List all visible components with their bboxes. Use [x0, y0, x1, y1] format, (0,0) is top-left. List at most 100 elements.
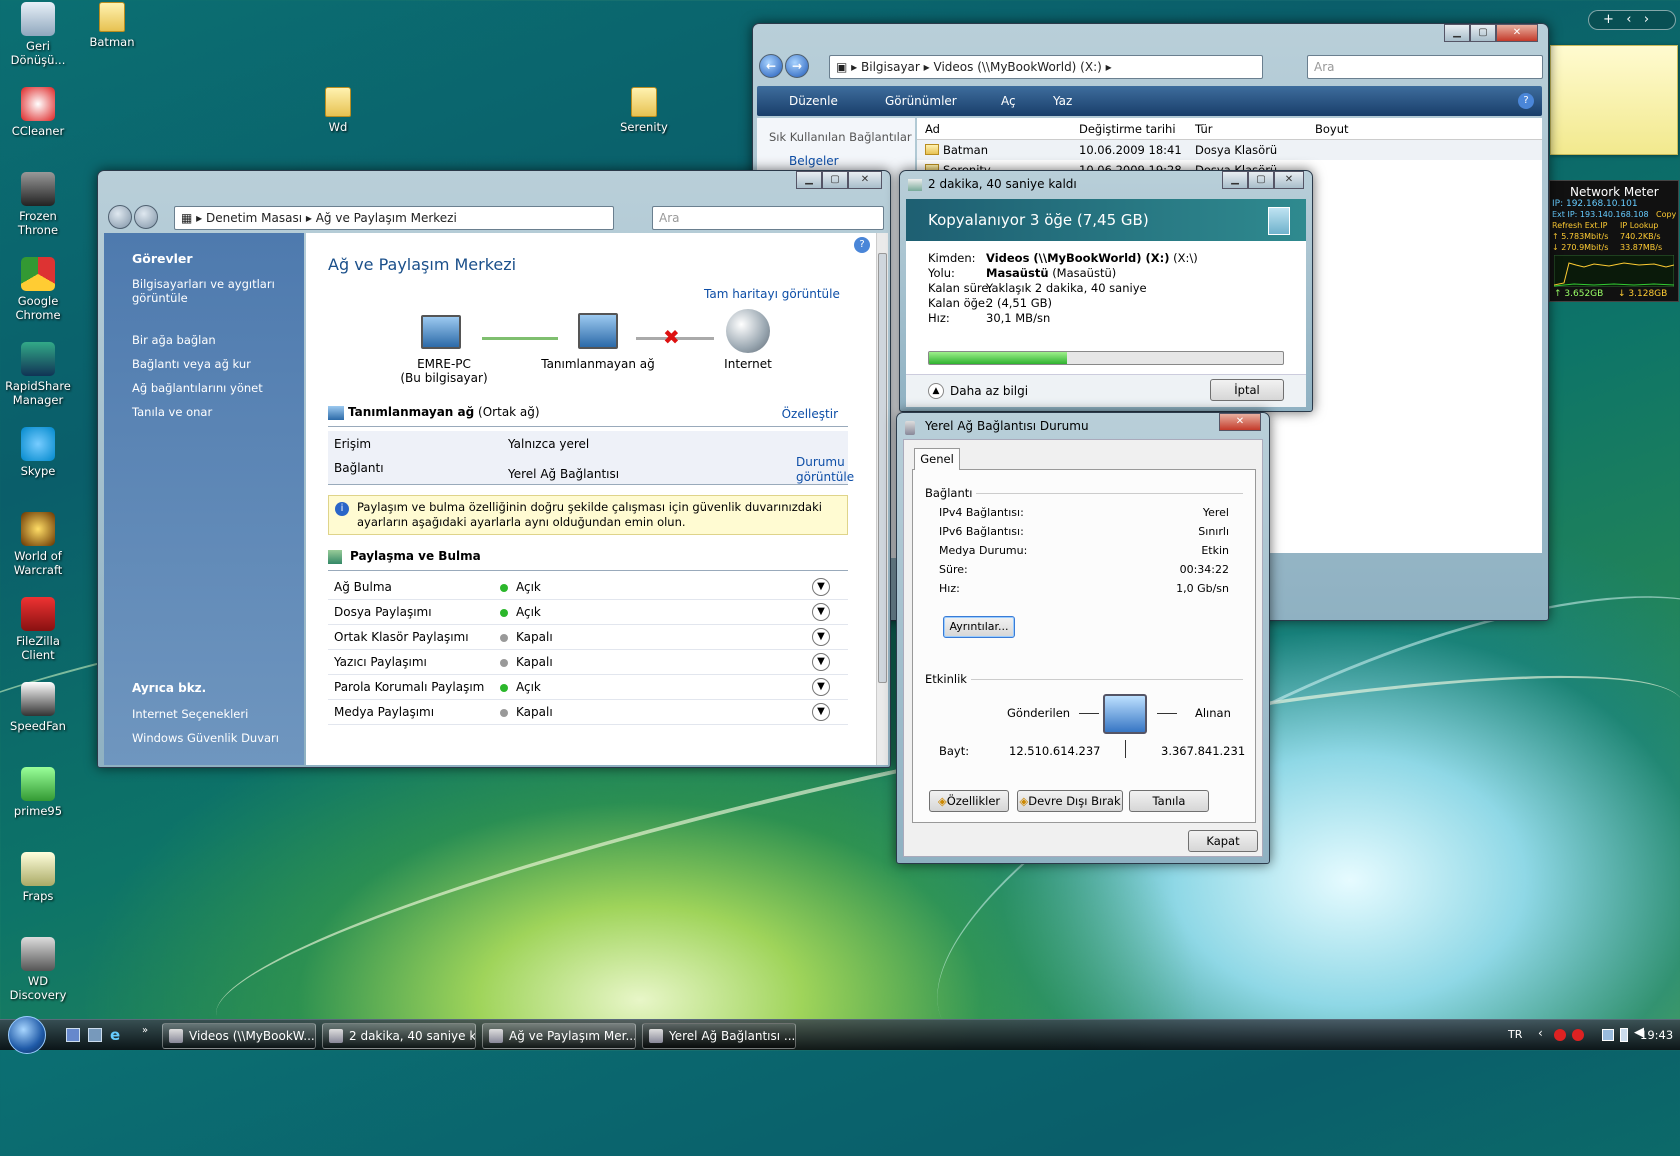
minimize-button[interactable]: ▁ — [796, 171, 822, 189]
address-bar[interactable]: ▦ ▸ Denetim Masası ▸ Ağ ve Paylaşım Merk… — [174, 206, 614, 230]
col-date[interactable]: Değiştirme tarihi — [1079, 118, 1176, 140]
expand-chevron-icon[interactable]: ▼ — [812, 703, 830, 721]
col-size[interactable]: Boyut — [1315, 118, 1349, 140]
gadget-refresh[interactable]: Refresh Ext.IP — [1552, 221, 1607, 230]
collapse-icon[interactable]: ▲ — [928, 383, 944, 399]
expand-chevron-icon[interactable]: ▼ — [812, 678, 830, 696]
gadget-copy[interactable]: Copy — [1656, 210, 1676, 219]
expand-chevron-icon[interactable]: ▼ — [812, 603, 830, 621]
tray-expand-icon[interactable]: ‹ — [1538, 1026, 1543, 1040]
col-type[interactable]: Tür — [1195, 118, 1212, 140]
close-button[interactable]: ✕ — [848, 171, 882, 189]
lan-status-dialog[interactable]: Yerel Ağ Bağlantısı Durumu ✕ Genel Bağla… — [896, 412, 1270, 864]
notes-gadget[interactable] — [1550, 45, 1678, 155]
forward-button[interactable] — [134, 205, 158, 229]
task-link[interactable]: Bağlantı veya ağ kur — [132, 357, 292, 371]
full-map-link[interactable]: Tam haritayı görüntüle — [704, 287, 840, 301]
minimize-button[interactable]: ▁ — [1444, 24, 1470, 42]
task-link[interactable]: Ağ bağlantılarını yönet — [132, 381, 292, 395]
desktop-icon-skype[interactable]: Skype — [0, 427, 76, 478]
tab-general[interactable]: Genel — [914, 448, 960, 470]
search-input[interactable]: Ara — [652, 206, 884, 230]
ie-icon[interactable]: e — [110, 1026, 120, 1044]
expand-chevron-icon[interactable]: ▼ — [812, 578, 830, 596]
language-indicator[interactable]: TR — [1508, 1028, 1522, 1041]
desktop-icon-prime95[interactable]: prime95 — [0, 767, 76, 818]
maximize-button[interactable]: ▢ — [822, 171, 848, 189]
desktop-icon-ccleaner[interactable]: CCleaner — [0, 87, 76, 138]
file-row[interactable]: Batman 10.06.2009 18:41 Dosya Klasörü — [917, 140, 1542, 160]
breadcrumb-control-panel[interactable]: Denetim Masası — [206, 211, 302, 225]
desktop-icon-wd-discovery[interactable]: WD Discovery — [0, 937, 76, 1002]
desktop-icon-chrome[interactable]: Google Chrome — [0, 257, 76, 322]
diagnose-button[interactable]: Tanıla — [1129, 790, 1209, 812]
taskbar-button[interactable]: Videos (\\MyBookW... — [162, 1023, 316, 1049]
taskbar-button[interactable]: Ağ ve Paylaşım Mer... — [482, 1023, 636, 1049]
taskbar-button[interactable]: Yerel Ağ Bağlantısı ... — [642, 1023, 796, 1049]
search-input[interactable]: Ara — [1307, 55, 1543, 79]
less-info-link[interactable]: Daha az bilgi — [950, 384, 1028, 398]
task-link[interactable]: Bir ağa bağlan — [132, 333, 292, 347]
desktop-icon-wow[interactable]: World of Warcraft — [0, 512, 76, 577]
clock[interactable]: 19:43 — [1640, 1028, 1673, 1042]
network-center-window[interactable]: ▁ ▢ ✕ ▦ ▸ Denetim Masası ▸ Ağ ve Paylaşım … — [97, 170, 891, 768]
desktop-icon-filezilla[interactable]: FileZilla Client — [0, 597, 76, 662]
details-button[interactable]: Ayrıntılar... — [943, 616, 1015, 638]
cancel-copy-button[interactable]: İptal — [1210, 379, 1284, 401]
see-also-link[interactable]: Windows Güvenlik Duvarı — [132, 731, 279, 745]
scrollbar[interactable] — [876, 233, 888, 765]
sidebar-controls[interactable]: + ‹ › — [1588, 10, 1676, 30]
quick-launch-more[interactable]: » — [142, 1025, 148, 1036]
breadcrumb-network-center[interactable]: Ağ ve Paylaşım Merkezi — [316, 211, 457, 225]
desktop-icon-recycle-bin[interactable]: Geri Dönüşü... — [0, 2, 76, 67]
favorite-documents[interactable]: Belgeler — [789, 154, 839, 168]
organize-menu[interactable]: Düzenle — [789, 86, 838, 116]
address-bar[interactable]: ▣ ▸ Bilgisayar ▸ Videos (\\MyBookWorld) … — [829, 55, 1263, 79]
desktop-icon-folder[interactable]: Batman — [74, 2, 150, 49]
gadget-lookup[interactable]: IP Lookup — [1620, 221, 1658, 230]
burn-button[interactable]: Yaz — [1053, 86, 1072, 116]
network-tray-icon[interactable] — [1602, 1029, 1614, 1041]
breadcrumb-computer[interactable]: Bilgisayar — [861, 60, 920, 74]
tray-icon-1[interactable] — [1554, 1029, 1566, 1041]
help-icon[interactable]: ? — [1518, 93, 1534, 109]
switch-windows-icon[interactable] — [88, 1028, 102, 1042]
back-button[interactable]: ← — [759, 54, 783, 78]
minimize-button[interactable]: ▁ — [1222, 171, 1248, 189]
views-menu[interactable]: Görünümler — [885, 86, 957, 116]
maximize-button[interactable]: ▢ — [1470, 24, 1496, 42]
back-button[interactable] — [108, 205, 132, 229]
desktop-icon-folder[interactable]: Serenity — [606, 87, 682, 134]
desktop-icon-fraps[interactable]: Fraps — [0, 852, 76, 903]
close-button[interactable]: ✕ — [1496, 24, 1538, 42]
expand-chevron-icon[interactable]: ▼ — [812, 653, 830, 671]
desktop-icon-folder[interactable]: Wd — [300, 87, 376, 134]
col-name[interactable]: Ad — [925, 118, 940, 140]
desktop-icon-rapidshare[interactable]: RapidShare Manager — [0, 342, 76, 407]
task-link[interactable]: Tanıla ve onar — [132, 405, 292, 419]
taskbar-button[interactable]: 2 dakika, 40 saniye k... — [322, 1023, 476, 1049]
view-status-link[interactable]: Durumu görüntüle — [796, 455, 866, 485]
maximize-button[interactable]: ▢ — [1248, 171, 1274, 189]
close-button[interactable]: ✕ — [1274, 171, 1304, 189]
forward-button[interactable]: → — [785, 54, 809, 78]
breadcrumb-videos[interactable]: Videos (\\MyBookWorld) (X:) — [934, 60, 1102, 74]
close-dialog-button[interactable]: Kapat — [1188, 830, 1258, 852]
copy-dialog[interactable]: 2 dakika, 40 saniye kaldı ▁ ▢ ✕ Kopyalanıy… — [899, 170, 1313, 412]
help-icon[interactable]: ? — [854, 237, 870, 253]
customize-link[interactable]: Özelleştir — [782, 407, 838, 421]
task-link[interactable]: Bilgisayarları ve aygıtları görüntüle — [132, 277, 292, 305]
speedfan-icon — [21, 682, 55, 716]
tray-icon-2[interactable] — [1572, 1029, 1584, 1041]
properties-button[interactable]: ◈Özellikler — [929, 790, 1009, 812]
desktop-icon-frozen-throne[interactable]: Frozen Throne — [0, 172, 76, 237]
start-button[interactable] — [8, 1016, 46, 1054]
show-desktop-icon[interactable] — [66, 1028, 80, 1042]
disable-button[interactable]: ◈Devre Dışı Bırak — [1017, 790, 1123, 812]
open-button[interactable]: Aç — [1001, 86, 1016, 116]
expand-chevron-icon[interactable]: ▼ — [812, 628, 830, 646]
see-also-link[interactable]: Internet Seçenekleri — [132, 707, 248, 721]
close-button[interactable]: ✕ — [1219, 413, 1261, 431]
desktop-icon-speedfan[interactable]: SpeedFan — [0, 682, 76, 733]
power-tray-icon[interactable] — [1620, 1028, 1628, 1042]
